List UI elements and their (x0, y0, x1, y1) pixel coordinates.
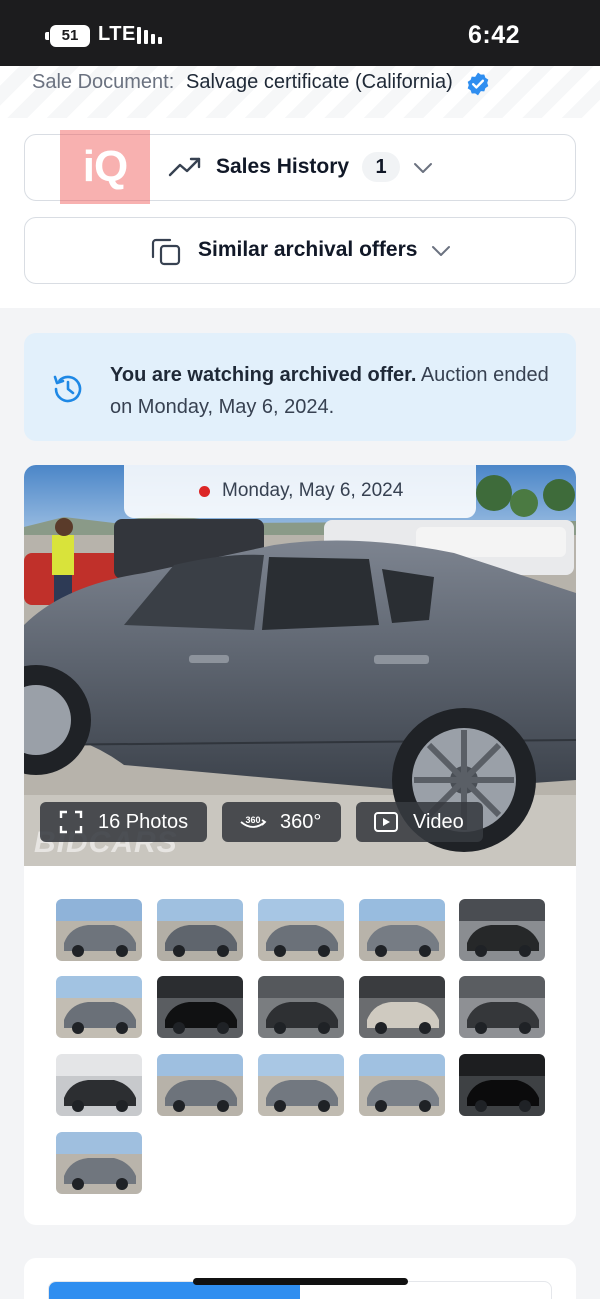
thumb-front-right[interactable] (258, 899, 344, 961)
archived-offer-text: You are watching archived offer. Auction… (110, 359, 550, 423)
thumb-front-left[interactable] (56, 899, 142, 961)
view-360-label: 360° (280, 811, 322, 833)
status-bar: 51 LTE 6:42 (0, 0, 600, 66)
verified-badge-icon (467, 72, 489, 96)
thumb-instruments[interactable] (459, 1054, 545, 1116)
thumb-engine[interactable] (459, 976, 545, 1038)
sale-document-value: Salvage certificate (California) (186, 71, 453, 93)
notice-bold: You are watching archived offer. (110, 364, 417, 386)
sales-history-count-badge: 1 (362, 152, 400, 182)
svg-text:360: 360 (245, 815, 260, 825)
chevron-down-icon[interactable] (431, 244, 451, 258)
thumb-side[interactable] (258, 1054, 344, 1116)
fullscreen-icon (59, 810, 83, 834)
thumb-front-view[interactable] (157, 1054, 243, 1116)
history-icon (53, 375, 82, 403)
battery-icon: 51 (45, 25, 90, 47)
thumb-rear-damage[interactable] (56, 976, 142, 1038)
thumb-rear-seat[interactable] (258, 976, 344, 1038)
chevron-down-icon[interactable] (413, 161, 433, 175)
signal-icon (137, 27, 162, 44)
iq-watermark-logo: iQ (60, 130, 150, 204)
video-label: Video (413, 811, 464, 833)
sale-document-label: Sale Document: (32, 71, 175, 93)
view-360-button[interactable]: 360 360° (222, 802, 341, 842)
copy-icon (151, 238, 181, 266)
photos-label: 16 Photos (98, 811, 189, 833)
thumb-key-fob[interactable] (56, 1054, 142, 1116)
status-dot (199, 486, 210, 497)
360-icon: 360 (240, 815, 267, 828)
home-indicator (193, 1278, 408, 1285)
sale-document-row: Sale Document: Salvage certificate (Cali… (0, 66, 600, 118)
thumb-label[interactable] (359, 976, 445, 1038)
trending-up-icon (168, 157, 201, 177)
thumb-rear-view[interactable] (56, 1132, 142, 1194)
clock: 6:42 (468, 21, 521, 49)
thumb-dashboard[interactable] (157, 976, 243, 1038)
similar-offers-label: Similar archival offers (198, 238, 418, 261)
photos-button[interactable]: 16 Photos (40, 802, 207, 842)
thumb-front[interactable] (157, 899, 243, 961)
thumb-rear-left[interactable] (359, 1054, 445, 1116)
network-type: LTE (98, 23, 136, 45)
play-video-icon (374, 812, 398, 832)
auction-date: Monday, May 6, 2024 (222, 480, 404, 501)
sales-history-label: Sales History (216, 155, 350, 178)
thumb-interior-front[interactable] (459, 899, 545, 961)
thumb-rear-right[interactable] (359, 899, 445, 961)
video-button[interactable]: Video (356, 802, 483, 842)
